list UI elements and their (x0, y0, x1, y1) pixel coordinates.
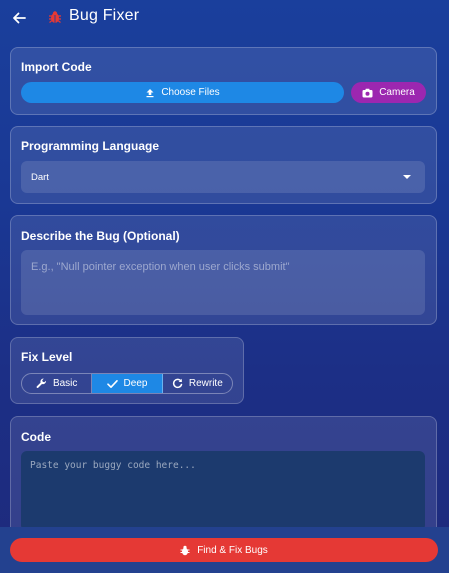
choose-files-button[interactable]: Choose Files (21, 82, 344, 103)
code-input[interactable]: Paste your buggy code here... (21, 451, 425, 531)
refresh-icon (172, 378, 183, 389)
fix-level-title: Fix Level (21, 350, 73, 364)
fix-level-card: Fix Level Basic Deep Rewrite (10, 337, 244, 404)
upload-icon (146, 88, 154, 97)
check-icon (106, 379, 118, 388)
chevron-down-icon (403, 175, 411, 179)
code-title: Code (21, 430, 51, 444)
camera-button[interactable]: Camera (351, 82, 426, 103)
page-title: Bug Fixer (69, 7, 140, 24)
fix-level-rewrite[interactable]: Rewrite (163, 374, 232, 393)
code-placeholder: Paste your buggy code here... (30, 460, 196, 471)
fix-level-deep-label: Deep (123, 378, 148, 389)
bug-icon (49, 11, 61, 23)
import-code-card: Import Code Choose Files Camera (10, 47, 437, 115)
choose-files-label: Choose Files (161, 87, 220, 98)
arrow-left-icon (13, 12, 26, 24)
camera-icon (362, 88, 373, 97)
language-card: Programming Language Dart (10, 126, 437, 204)
bottom-action-bar: Find & Fix Bugs (0, 527, 449, 573)
language-title: Programming Language (21, 139, 160, 153)
describe-bug-card: Describe the Bug (Optional) E.g., "Null … (10, 215, 437, 325)
wrench-icon (36, 378, 46, 388)
bug-description-input[interactable]: E.g., "Null pointer exception when user … (21, 250, 425, 315)
fix-level-deep[interactable]: Deep (92, 374, 163, 393)
bug-description-placeholder: E.g., "Null pointer exception when user … (31, 261, 290, 273)
describe-bug-title: Describe the Bug (Optional) (21, 229, 180, 243)
fix-level-segmented-control: Basic Deep Rewrite (21, 373, 233, 394)
fix-level-rewrite-label: Rewrite (188, 378, 223, 389)
language-select[interactable]: Dart (21, 161, 425, 193)
fix-level-basic[interactable]: Basic (22, 374, 93, 393)
find-fix-bugs-label: Find & Fix Bugs (197, 544, 268, 556)
import-code-title: Import Code (21, 60, 92, 74)
bug-icon (180, 545, 190, 555)
back-button[interactable] (10, 9, 28, 27)
language-selected-value: Dart (31, 171, 49, 183)
app-bar: Bug Fixer (0, 0, 449, 36)
fix-level-basic-label: Basic (52, 378, 78, 389)
find-fix-bugs-button[interactable]: Find & Fix Bugs (10, 538, 438, 562)
camera-label: Camera (379, 87, 415, 98)
